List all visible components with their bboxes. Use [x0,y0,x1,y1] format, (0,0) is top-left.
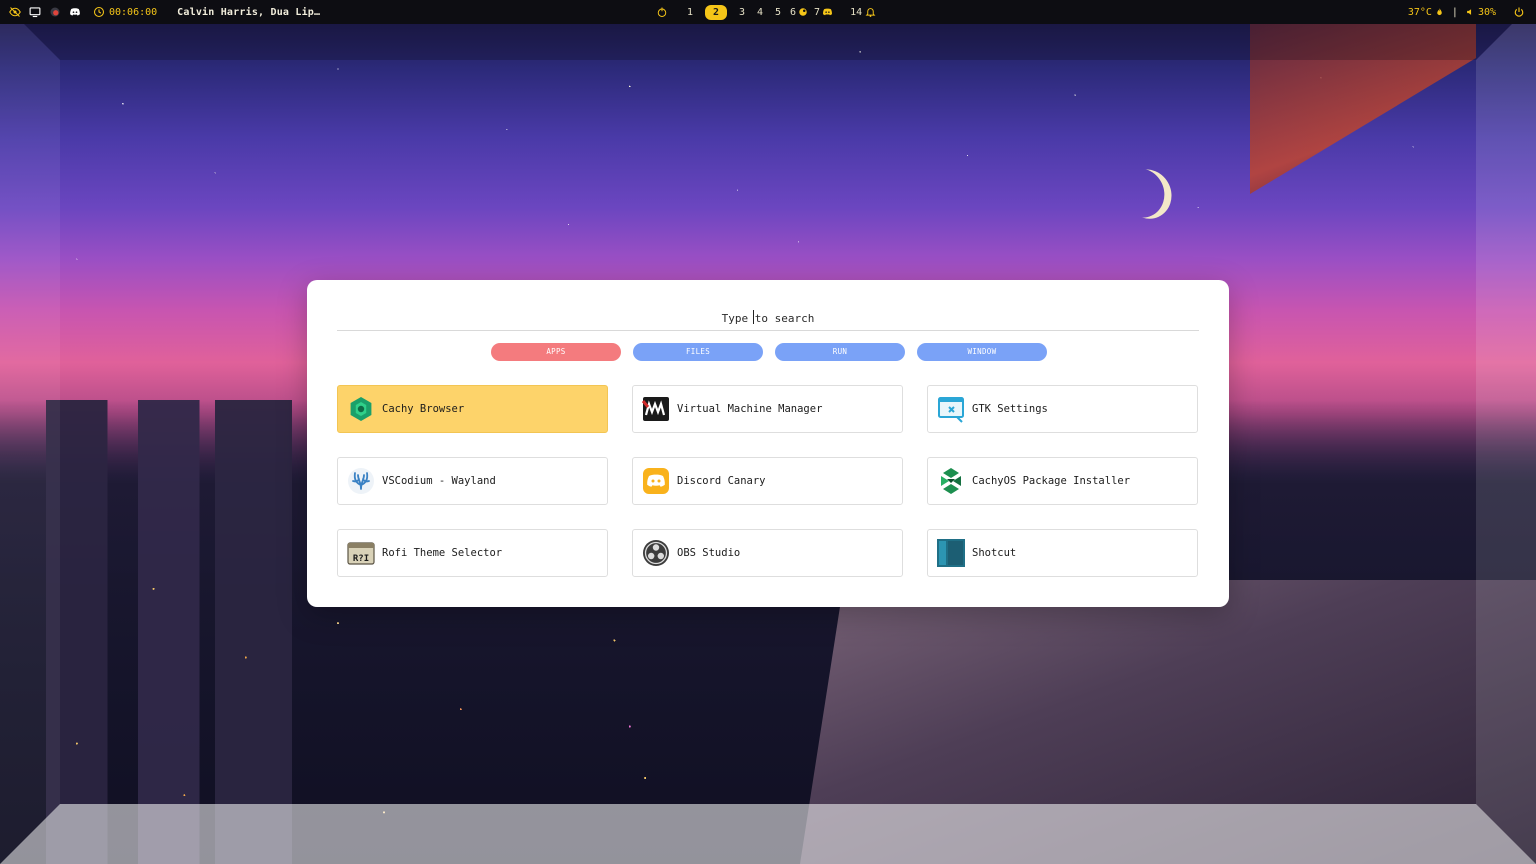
app-item-discord-canary[interactable]: Discord Canary [632,457,903,505]
top-bar-right: 37°C | 30% [1408,0,1526,24]
discord-canary-icon [642,467,670,495]
volume-value: 30% [1477,6,1496,18]
mode-run[interactable]: RUN [775,343,905,361]
mode-window[interactable]: WINDOW [917,343,1047,361]
svg-text:R?I: R?I [353,554,369,564]
volume[interactable]: 30% [1466,5,1496,19]
gtk-settings-icon [937,395,965,423]
timer-value: 00:06:00 [109,6,158,18]
app-label: Cachy Browser [382,403,465,415]
timer[interactable]: 00:06:00 [92,5,157,19]
virt-manager-icon [642,395,670,423]
app-label: Virtual Machine Manager [677,403,823,415]
search-input[interactable] [337,311,1199,325]
discord-icon[interactable] [68,5,82,19]
workspace-3[interactable]: 3 [733,7,751,18]
wallpaper-moon [1110,161,1173,226]
app-item-cachyos-package-installer[interactable]: CachyOS Package Installer [927,457,1198,505]
discord-icon [822,5,833,19]
app-label: CachyOS Package Installer [972,475,1131,487]
vscodium-icon [347,467,375,495]
power-icon[interactable] [1512,5,1526,19]
monitor-icon[interactable] [28,5,42,19]
app-launcher: APPS FILES RUN WINDOW Cachy Browser Virt… [307,280,1229,607]
app-item-vscodium[interactable]: VSCodium - Wayland [337,457,608,505]
mode-apps[interactable]: APPS [491,343,621,361]
app-item-cachy-browser[interactable]: Cachy Browser [337,385,608,433]
app-label: GTK Settings [972,403,1048,415]
record-icon[interactable] [48,5,62,19]
app-label: Discord Canary [677,475,766,487]
mode-switcher: APPS FILES RUN WINDOW [491,343,1047,361]
workspace-1[interactable]: 1 [681,7,699,18]
app-grid: Cachy Browser Virtual Machine Manager GT… [337,385,1198,577]
top-bar: 00:06:00 Calvin Harris, Dua Lip… 1 2 3 4… [0,0,1536,24]
power-circle-icon [655,5,669,19]
flame-icon [1435,5,1444,19]
workspace-2[interactable]: 2 [705,4,727,20]
workspace-6-label: 6 [790,6,797,18]
cachy-browser-icon [347,395,375,423]
media-title[interactable]: Calvin Harris, Dua Lip… [177,7,320,18]
clock-icon [92,5,106,19]
search-bar [337,306,1199,331]
obs-studio-icon [642,539,670,567]
bell-icon [865,5,876,19]
app-item-rofi-theme-selector[interactable]: R?I Rofi Theme Selector [337,529,608,577]
workspace-5[interactable]: 5 [769,7,787,18]
app-label: Rofi Theme Selector [382,547,503,559]
rofi-theme-selector-icon: R?I [347,539,375,567]
text-caret [753,310,754,324]
app-item-virtual-machine-manager[interactable]: Virtual Machine Manager [632,385,903,433]
app-label: Shotcut [972,547,1017,559]
workspace-6[interactable]: 6 [787,5,811,19]
app-item-gtk-settings[interactable]: GTK Settings [927,385,1198,433]
workspaces: 1 2 3 4 5 6 7 14 [655,0,876,24]
app-item-obs-studio[interactable]: OBS Studio [632,529,903,577]
app-item-shotcut[interactable]: Shotcut [927,529,1198,577]
app-label: OBS Studio [677,547,741,559]
wallpaper-ledge [800,580,1536,864]
steam-icon [798,5,808,19]
workspace-4[interactable]: 4 [751,7,769,18]
temperature[interactable]: 37°C [1408,5,1444,19]
separator: | [1451,6,1458,18]
top-bar-left: 00:06:00 Calvin Harris, Dua Lip… [0,0,320,24]
cachyos-package-installer-icon [937,467,965,495]
workspace-7-label: 7 [814,6,821,18]
mode-files[interactable]: FILES [633,343,763,361]
app-label: VSCodium - Wayland [382,475,496,487]
notifications[interactable]: 14 [850,5,876,19]
temperature-value: 37°C [1407,6,1432,18]
shotcut-icon [937,539,965,567]
eye-slash-icon[interactable] [8,5,22,19]
wallpaper-window-reflection [1250,24,1476,194]
notification-count: 14 [850,6,863,18]
volume-icon [1466,5,1475,19]
workspace-7[interactable]: 7 [811,5,836,19]
